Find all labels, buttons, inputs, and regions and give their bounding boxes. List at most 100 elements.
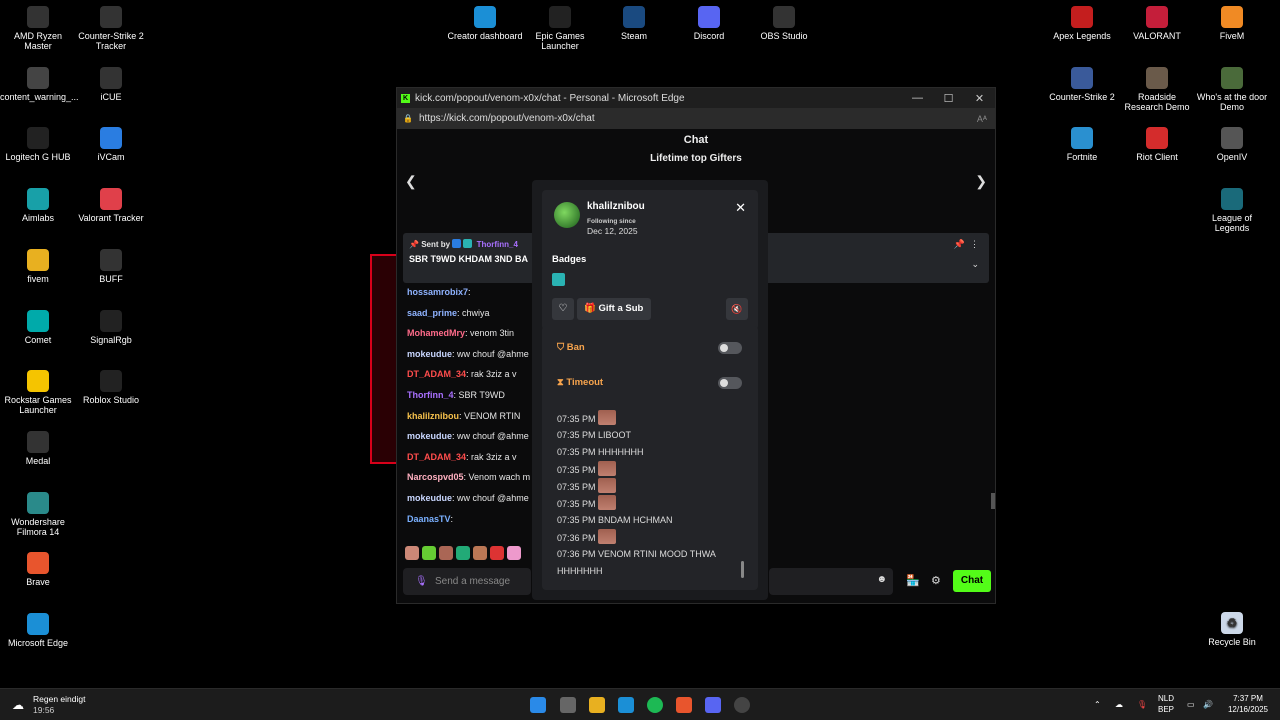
chevron-right-icon[interactable]: ❯ [975, 173, 987, 190]
desktop-icon[interactable]: iCUE [73, 66, 149, 102]
desktop-icon[interactable]: League of Legends [1194, 188, 1270, 233]
desktop-icon[interactable]: fivem [0, 248, 76, 284]
microphone-icon[interactable]: 🎙 [415, 568, 428, 595]
desktop-icon[interactable]: Apex Legends [1044, 6, 1120, 41]
message-input[interactable]: 🎙 Send a message [403, 568, 531, 595]
obs-icon[interactable] [734, 697, 750, 713]
edge-icon[interactable] [618, 697, 634, 713]
desktop-icon[interactable]: Aimlabs [0, 188, 76, 223]
read-aloud-icon[interactable]: Aᴬ [977, 114, 987, 124]
desktop-icon[interactable]: BUFF [73, 248, 149, 284]
desktop-icon[interactable]: Brave [0, 552, 76, 587]
chat-message[interactable]: mokeudue: ww chouf @ahme [407, 488, 537, 509]
chat-message[interactable]: khalilznibou: VENOM RTIN [407, 406, 537, 427]
gift-sub-button[interactable]: 🎁 Gift a Sub [577, 298, 651, 320]
follow-heart-button[interactable]: ♡ [552, 298, 574, 320]
history-scrollbar[interactable] [741, 561, 744, 578]
scrollbar-thumb[interactable] [991, 493, 995, 509]
chat-username[interactable]: mokeudue [407, 349, 452, 359]
chevron-left-icon[interactable]: ❮ [405, 173, 417, 190]
gear-icon[interactable]: ⚙ [931, 574, 941, 587]
close-button[interactable]: ✕ [964, 92, 995, 105]
desktop-icon[interactable]: OBS Studio [746, 6, 822, 41]
chat-message[interactable]: DT_ADAM_34: rak 3ziz a v [407, 364, 537, 385]
chat-username[interactable]: mokeudue [407, 493, 452, 503]
spotify-icon[interactable] [647, 697, 663, 713]
desktop-icon[interactable]: Roblox Studio [73, 370, 149, 405]
network-app-icon[interactable]: ☁ [1115, 699, 1123, 710]
emote-icon[interactable] [473, 546, 487, 560]
desktop-icon[interactable]: iVCam [73, 127, 149, 162]
desktop-icon[interactable]: Counter-Strike 2 [1044, 66, 1120, 102]
chevron-up-icon[interactable]: ⌃ [1094, 699, 1101, 710]
desktop-icon[interactable]: content_warning_... [0, 66, 79, 102]
desktop-icon[interactable]: Roadside Research Demo [1119, 66, 1195, 112]
desktop-icon[interactable]: Creator dashboard [447, 6, 523, 41]
chat-message[interactable]: DaanasTV: [407, 509, 537, 530]
desktop-icon[interactable]: FiveM [1194, 6, 1270, 41]
desktop-icon[interactable]: Epic Games Launcher [522, 6, 598, 51]
language-indicator[interactable]: NLD BEP [1158, 693, 1174, 715]
desktop-icon[interactable]: Logitech G HUB [0, 127, 76, 162]
start-icon[interactable] [530, 697, 546, 713]
chat-username[interactable]: Thorfinn_4 [407, 390, 454, 400]
minimize-button[interactable]: — [902, 92, 933, 105]
chat-username[interactable]: DT_ADAM_34 [407, 452, 466, 462]
mute-icon[interactable]: 🔇 [726, 298, 748, 320]
chat-username[interactable]: DT_ADAM_34 [407, 369, 466, 379]
desktop-icon[interactable]: Discord [671, 6, 747, 41]
chat-message[interactable]: Narcospvd05: Venom wach m [407, 467, 537, 488]
desktop-icon[interactable]: Wondershare Filmora 14 [0, 491, 76, 537]
chat-message[interactable]: hossamrobix7: [407, 282, 537, 303]
emote-icon[interactable] [405, 546, 419, 560]
desktop-icon[interactable]: AMD Ryzen Master [0, 6, 76, 51]
pin-icon[interactable]: 📌 ⋮ [954, 239, 979, 250]
desktop-icon[interactable]: Steam [596, 6, 672, 41]
chat-message[interactable]: mokeudue: ww chouf @ahme [407, 344, 537, 365]
desktop-icon[interactable]: Rockstar Games Launcher [0, 370, 76, 415]
emote-icon[interactable] [456, 546, 470, 560]
file-explorer-icon[interactable] [589, 697, 605, 713]
desktop-icon[interactable]: Fortnite [1044, 127, 1120, 162]
chat-username[interactable]: mokeudue [407, 431, 452, 441]
desktop-icon[interactable]: Counter-Strike 2 Tracker [73, 6, 149, 51]
recycle-bin-icon[interactable]: ♻ Recycle Bin [1194, 612, 1270, 647]
clock[interactable]: 7:37 PM 12/16/2025 [1222, 693, 1274, 715]
desktop-icon[interactable]: VALORANT [1119, 6, 1195, 41]
send-chat-button[interactable]: Chat [953, 570, 991, 592]
task-view-icon[interactable] [560, 697, 576, 713]
chat-username[interactable]: DaanasTV [407, 514, 451, 524]
chat-message[interactable]: saad_prime: chwiya [407, 303, 537, 324]
chat-message[interactable]: Thorfinn_4: SBR T9WD [407, 385, 537, 406]
emote-icon[interactable] [507, 546, 521, 560]
desktop-icon[interactable]: Medal [0, 430, 76, 466]
chat-message[interactable]: DT_ADAM_34: rak 3ziz a v [407, 447, 537, 468]
timeout-toggle[interactable] [718, 377, 742, 389]
volume-icon[interactable]: 🔊 [1203, 699, 1213, 710]
maximize-button[interactable]: ☐ [933, 92, 964, 105]
desktop-icon[interactable]: Who's at the door Demo [1194, 66, 1270, 112]
desktop-icon[interactable]: Valorant Tracker [73, 188, 149, 223]
emote-icon[interactable] [422, 546, 436, 560]
chat-username[interactable]: Narcospvd05 [407, 472, 464, 482]
desktop-icon[interactable]: Comet [0, 309, 76, 345]
message-input-right[interactable]: ☻ [769, 568, 893, 595]
display-icon[interactable]: ▭ [1187, 699, 1195, 710]
emote-icon[interactable] [439, 546, 453, 560]
emoji-icon[interactable]: ☻ [876, 574, 887, 585]
desktop-icon[interactable]: Riot Client [1119, 127, 1195, 162]
address-bar[interactable]: 🔒 https://kick.com/popout/venom-x0x/chat… [397, 108, 995, 129]
close-icon[interactable]: ✕ [735, 200, 746, 216]
chat-username[interactable]: hossamrobix7 [407, 287, 468, 297]
card-username[interactable]: khalilznibou [587, 201, 645, 212]
discord-icon[interactable] [705, 697, 721, 713]
desktop-icon[interactable]: Microsoft Edge [0, 613, 76, 648]
chat-message[interactable]: mokeudue: ww chouf @ahme [407, 426, 537, 447]
desktop-icon[interactable]: SignalRgb [73, 309, 149, 345]
chat-username[interactable]: saad_prime [407, 308, 457, 318]
brave-icon[interactable] [676, 697, 692, 713]
ban-toggle[interactable] [718, 342, 742, 354]
chat-message[interactable]: MohamedMry: venom 3tin [407, 323, 537, 344]
chevron-down-icon[interactable]: ⌄ [971, 259, 979, 270]
chat-username[interactable]: MohamedMry [407, 328, 465, 338]
